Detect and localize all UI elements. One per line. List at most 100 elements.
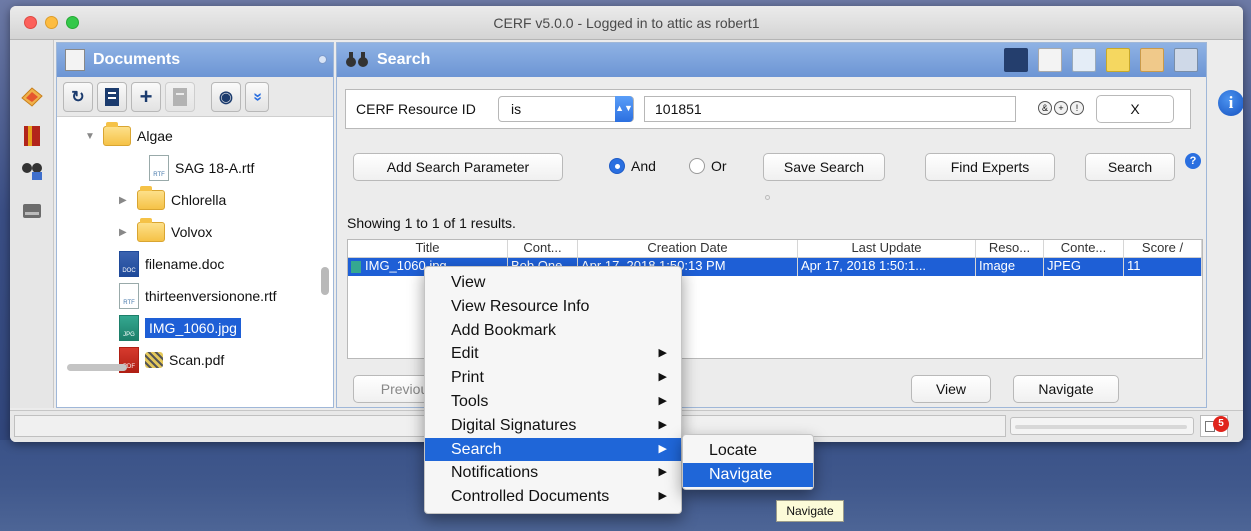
- new-document-icon: [105, 87, 119, 106]
- new-document-button[interactable]: [97, 81, 127, 112]
- doc-file-icon: DOC: [119, 251, 139, 277]
- menu-item-view[interactable]: View: [425, 271, 681, 295]
- watch-button[interactable]: ◉: [211, 81, 241, 112]
- search-button[interactable]: Search: [1085, 153, 1175, 181]
- document-ribbon-icon[interactable]: [1038, 48, 1062, 72]
- tree-folder-chlorella[interactable]: ▶ Chlorella: [119, 186, 227, 213]
- menu-item-tools[interactable]: Tools ▶: [425, 390, 681, 414]
- horizontal-scrollbar[interactable]: [67, 364, 127, 371]
- lock-icon: [145, 352, 163, 368]
- menu-item-digital-signatures[interactable]: Digital Signatures ▶: [425, 414, 681, 438]
- rtf-file-icon: RTF: [119, 283, 139, 309]
- zoom-window-button[interactable]: [66, 16, 79, 29]
- book-icon[interactable]: [1004, 48, 1028, 72]
- table-cell: JPEG: [1044, 258, 1124, 276]
- eye-icon: ◉: [219, 88, 233, 106]
- refresh-icon: ↻: [71, 88, 85, 106]
- menu-item-print[interactable]: Print ▶: [425, 366, 681, 390]
- documents-panel: Documents ↻ + ◉ » ▼ Algae RTF SAG 18-A.r…: [56, 42, 334, 408]
- close-window-button[interactable]: [24, 16, 37, 29]
- column-header[interactable]: Conte...: [1044, 240, 1124, 257]
- circle-and-icon[interactable]: &: [1038, 101, 1052, 115]
- column-header[interactable]: Score /: [1124, 240, 1202, 257]
- column-header[interactable]: Title: [348, 240, 508, 257]
- mail-icon[interactable]: [1106, 48, 1130, 72]
- column-header[interactable]: Cont...: [508, 240, 578, 257]
- refresh-button[interactable]: ↻: [63, 81, 93, 112]
- menu-item-search[interactable]: Search ▶: [425, 437, 681, 462]
- menu-item-label: Tools: [451, 392, 489, 410]
- tree-item-label: Volvox: [171, 224, 213, 240]
- help-icon[interactable]: ?: [1185, 153, 1201, 169]
- properties-button[interactable]: [165, 81, 195, 112]
- navigate-button[interactable]: Navigate: [1013, 375, 1119, 403]
- criteria-value-input[interactable]: 101851: [644, 96, 1016, 122]
- tree-file-jpg[interactable]: JPG IMG_1060.jpg: [119, 315, 241, 341]
- criteria-field-label: CERF Resource ID: [356, 101, 476, 117]
- table-cell: Apr 17, 2018 1:50:1...: [798, 258, 976, 276]
- menu-item-controlled-documents[interactable]: Controlled Documents ▶: [425, 485, 681, 509]
- column-header[interactable]: Creation Date: [578, 240, 798, 257]
- notifications-button[interactable]: 5: [1200, 415, 1229, 437]
- submenu-arrow-icon: ▶: [658, 442, 667, 455]
- expand-button[interactable]: »: [245, 81, 269, 112]
- open-mail-icon[interactable]: [1140, 48, 1164, 72]
- info-icon[interactable]: i: [1218, 90, 1243, 116]
- folder-icon: [137, 218, 165, 242]
- find-experts-button[interactable]: Find Experts: [925, 153, 1055, 181]
- list-icon[interactable]: [1072, 48, 1096, 72]
- menu-item-label: Search: [451, 440, 502, 458]
- submenu-item-navigate[interactable]: Navigate: [683, 462, 813, 487]
- jpg-row-icon: [351, 260, 361, 273]
- binoculars-tab-icon[interactable]: [1174, 48, 1198, 72]
- collapsed-triangle-icon[interactable]: ▶: [119, 227, 131, 238]
- menu-item-label: Print: [451, 369, 484, 387]
- menu-item-label: Digital Signatures: [451, 416, 577, 434]
- circle-not-icon[interactable]: !: [1070, 101, 1084, 115]
- menu-item-edit[interactable]: Edit ▶: [425, 342, 681, 366]
- results-summary: Showing 1 to 1 of 1 results.: [347, 215, 516, 231]
- tree-item-label: filename.doc: [145, 256, 225, 272]
- vertical-scrollbar[interactable]: [321, 267, 329, 295]
- add-search-parameter-button[interactable]: Add Search Parameter: [353, 153, 563, 181]
- menu-item-label: Edit: [451, 345, 479, 363]
- radio-selected-icon: [609, 158, 625, 174]
- tree-folder-algae[interactable]: ▼ Algae: [85, 122, 173, 149]
- column-header[interactable]: Reso...: [976, 240, 1044, 257]
- tree-item-label: Chlorella: [171, 192, 227, 208]
- menu-item-notifications[interactable]: Notifications ▶: [425, 461, 681, 485]
- submenu-item-locate[interactable]: Locate: [683, 439, 813, 463]
- tree-folder-volvox[interactable]: ▶ Volvox: [119, 218, 213, 245]
- menu-item-view-resource-info[interactable]: View Resource Info: [425, 295, 681, 319]
- tree-file-rtf[interactable]: RTF thirteenversionone.rtf: [119, 283, 277, 309]
- binoculars-icon: [346, 52, 368, 67]
- documents-dock-icon[interactable]: [20, 84, 44, 108]
- view-button[interactable]: View: [911, 375, 991, 403]
- table-cell: 11: [1124, 258, 1202, 276]
- column-header[interactable]: Last Update: [798, 240, 976, 257]
- collapsed-triangle-icon[interactable]: ▶: [119, 195, 131, 206]
- search-dock-icon[interactable]: [20, 158, 44, 182]
- add-button[interactable]: +: [131, 81, 161, 112]
- tree-file-pdf[interactable]: PDF Scan.pdf: [119, 347, 224, 373]
- remove-criteria-button[interactable]: X: [1096, 95, 1174, 123]
- tree-file-doc[interactable]: DOC filename.doc: [119, 251, 224, 277]
- submenu-arrow-icon: ▶: [658, 347, 667, 360]
- panel-close-icon[interactable]: [318, 55, 327, 64]
- circle-plus-icon[interactable]: +: [1054, 101, 1068, 115]
- expanded-triangle-icon[interactable]: ▼: [85, 131, 97, 142]
- operator-select[interactable]: is ▲▼: [498, 96, 634, 122]
- and-label: And: [631, 158, 656, 174]
- save-search-button[interactable]: Save Search: [763, 153, 885, 181]
- minimize-window-button[interactable]: [45, 16, 58, 29]
- and-radio[interactable]: And: [609, 158, 656, 174]
- library-dock-icon[interactable]: [20, 124, 44, 148]
- storage-dock-icon[interactable]: [20, 198, 44, 222]
- folder-icon: [103, 122, 131, 146]
- submenu-arrow-icon: ▶: [658, 418, 667, 431]
- menu-item-add-bookmark[interactable]: Add Bookmark: [425, 319, 681, 343]
- document-tree: ▼ Algae RTF SAG 18-A.rtf ▶ Chlorella ▶ V…: [57, 117, 333, 381]
- tree-file-sag[interactable]: RTF SAG 18-A.rtf: [149, 155, 254, 181]
- or-radio[interactable]: Or: [689, 158, 727, 174]
- split-pane-divider[interactable]: [765, 195, 770, 200]
